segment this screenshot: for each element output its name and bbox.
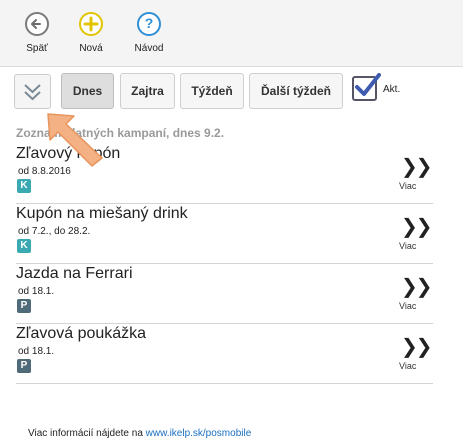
new-label: Nová xyxy=(79,43,103,54)
campaign-item[interactable]: Jazda na Ferrari od 18.1. P ❯❯ Viac xyxy=(16,264,433,324)
tab-dalsi-tyzden[interactable]: Ďalší týždeň xyxy=(249,73,343,109)
back-arrow-icon xyxy=(25,12,49,36)
campaign-date: od 7.2., do 28.2. xyxy=(18,226,91,237)
back-label: Späť xyxy=(26,43,48,54)
more-label[interactable]: Viac xyxy=(399,361,416,371)
help-icon: ? xyxy=(137,12,161,36)
plus-icon xyxy=(79,12,103,36)
more-label[interactable]: Viac xyxy=(399,181,416,191)
new-button[interactable]: Nová xyxy=(69,12,113,54)
campaign-type-badge: K xyxy=(17,239,31,253)
expand-button[interactable] xyxy=(14,74,51,109)
checkmark-icon xyxy=(355,73,381,96)
campaign-name: Jazda na Ferrari xyxy=(16,265,133,282)
campaign-name: Kupón na miešaný drink xyxy=(16,205,188,222)
active-checkbox[interactable] xyxy=(352,73,381,101)
help-label: Návod xyxy=(134,43,164,54)
tab-zajtra[interactable]: Zajtra xyxy=(120,73,175,109)
tab-dnes[interactable]: Dnes xyxy=(61,73,114,109)
more-chevron-icon[interactable]: ❯❯ xyxy=(401,334,432,359)
more-chevron-icon[interactable]: ❯❯ xyxy=(401,274,432,299)
campaign-item[interactable]: Kupón na miešaný drink od 7.2., do 28.2.… xyxy=(16,204,433,264)
more-label[interactable]: Viac xyxy=(399,301,416,311)
campaign-item[interactable]: Zľavová poukážka od 18.1. P ❯❯ Viac xyxy=(16,324,433,384)
footer-link[interactable]: www.ikelp.sk/posmobile xyxy=(146,428,252,439)
tab-tyzden[interactable]: Týždeň xyxy=(180,73,244,109)
toolbar: Späť Nová ? Návod xyxy=(0,0,463,67)
campaign-date: od 18.1. xyxy=(18,346,55,357)
footer-text: Viac informácií nájdete na xyxy=(28,428,146,439)
checkbox-label: Akt. xyxy=(383,84,401,95)
campaign-type-badge: K xyxy=(17,179,31,193)
campaign-name: Zľavová poukážka xyxy=(16,325,147,342)
more-label[interactable]: Viac xyxy=(399,241,416,251)
back-button[interactable]: Späť xyxy=(15,12,59,54)
campaign-type-badge: P xyxy=(17,299,31,313)
help-button[interactable]: ? Návod xyxy=(127,12,171,54)
footer-info: Viac informácií nájdete na www.ikelp.sk/… xyxy=(28,428,251,439)
help-glyph: ? xyxy=(144,15,154,31)
campaign-date: od 18.1. xyxy=(18,286,55,297)
filter-row: Dnes Zajtra Týždeň Ďalší týždeň Akt. xyxy=(0,72,463,112)
more-chevron-icon[interactable]: ❯❯ xyxy=(401,214,432,239)
campaign-type-badge: P xyxy=(17,359,31,373)
pointer-arrow-icon xyxy=(47,113,103,167)
double-chevron-down-icon xyxy=(24,84,41,101)
more-chevron-icon[interactable]: ❯❯ xyxy=(401,154,432,179)
